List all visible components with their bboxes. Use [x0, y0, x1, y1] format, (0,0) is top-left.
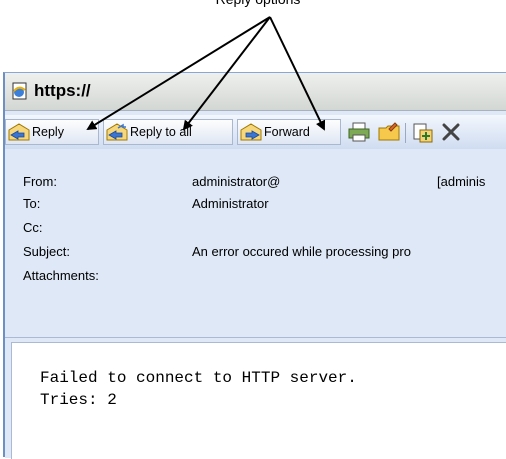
- annotation-arrows: [86, 16, 326, 131]
- arrow-to-reply-all: [182, 16, 271, 131]
- arrow-to-reply: [86, 16, 271, 131]
- arrow-to-forward: [269, 16, 326, 131]
